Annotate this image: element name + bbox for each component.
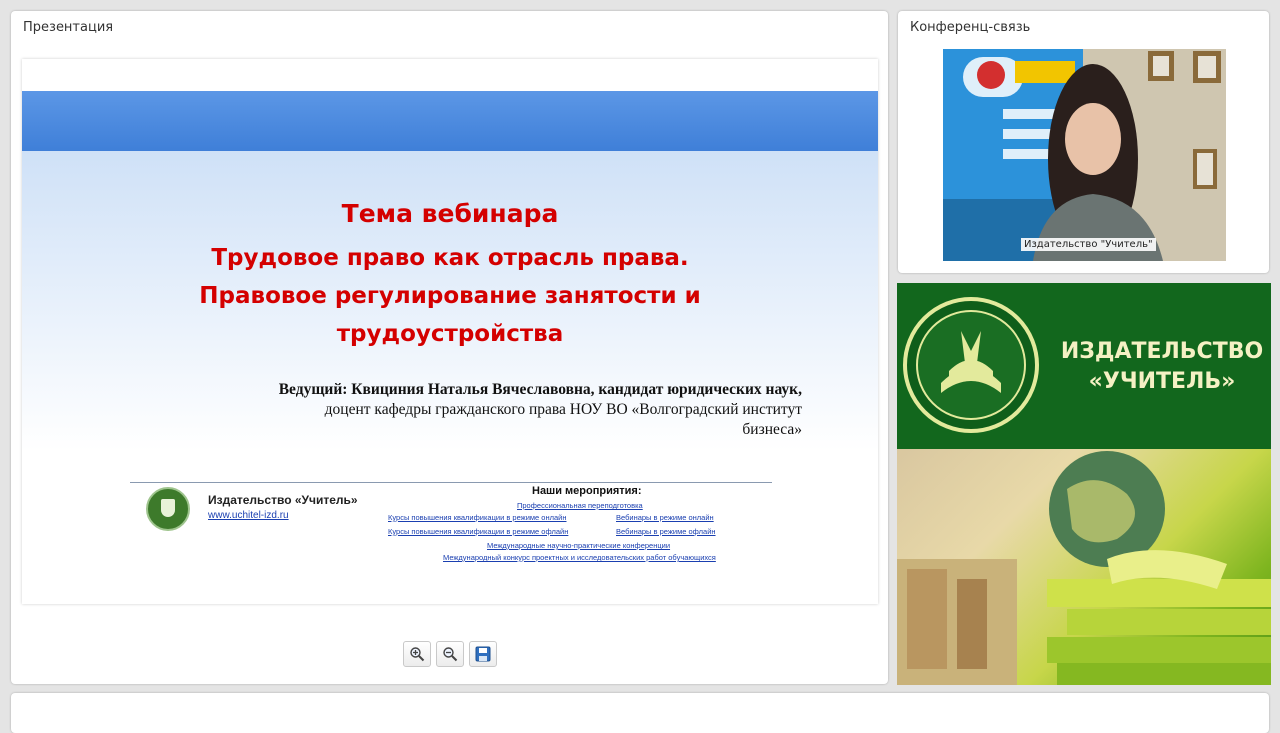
- conference-panel: Конференц-связь Издательство "Учитель": [898, 11, 1269, 273]
- slide-event-link[interactable]: Курсы повышения квалификации в режиме оф…: [388, 527, 568, 536]
- slide-header-band: [22, 91, 878, 151]
- slide-topic-line: Трудовое право как отрасль права.: [211, 245, 689, 271]
- slide-topic-line: Правовое регулирование занятости и: [199, 283, 701, 309]
- presentation-slide: Тема вебинара Трудовое право как отрасль…: [22, 59, 878, 604]
- slide-publisher-link[interactable]: www.uchitel-izd.ru: [208, 510, 289, 521]
- presentation-panel-title: Презентация: [23, 20, 114, 35]
- video-feed[interactable]: Издательство "Учитель": [943, 49, 1226, 261]
- zoom-out-icon: [443, 647, 458, 662]
- conference-panel-title: Конференц-связь: [910, 20, 1031, 35]
- zoom-out-button[interactable]: [436, 641, 464, 667]
- slide-host-line: бизнеса»: [742, 421, 802, 438]
- publisher-banner: ИЗДАТЕЛЬСТВО «УЧИТЕЛЬ»: [897, 283, 1271, 685]
- video-scene: [943, 49, 1226, 261]
- publisher-logo: [146, 487, 190, 531]
- zoom-in-button[interactable]: [403, 641, 431, 667]
- slide-host-line: доцент кафедры гражданского права НОУ ВО…: [324, 401, 802, 418]
- banner-top: ИЗДАТЕЛЬСТВО «УЧИТЕЛЬ»: [897, 283, 1271, 449]
- save-button[interactable]: [469, 641, 497, 667]
- zoom-in-icon: [410, 647, 425, 662]
- publisher-emblem-icon: [903, 297, 1039, 433]
- slide-event-link[interactable]: Вебинары в режиме онлайн: [616, 513, 714, 522]
- slide-events-title: Наши мероприятия:: [532, 485, 642, 497]
- slide-event-link[interactable]: Международный конкурс проектных и исслед…: [443, 553, 716, 562]
- save-icon: [475, 646, 491, 662]
- slide-footer-divider: [130, 482, 772, 483]
- slide-event-link[interactable]: Международные научно-практические конфер…: [487, 541, 670, 550]
- slide-event-link[interactable]: Вебинары в режиме офлайн: [616, 527, 716, 536]
- slide-publisher-name: Издательство «Учитель»: [208, 493, 358, 507]
- banner-brand-line: «УЧИТЕЛЬ»: [1088, 369, 1236, 394]
- slide-event-link[interactable]: Профессиональная переподготовка: [517, 501, 643, 510]
- slide-heading: Тема вебинара: [341, 199, 559, 228]
- bottom-panel: [11, 693, 1269, 733]
- books-globe-image: [897, 451, 1271, 685]
- video-caption: Издательство "Учитель": [1021, 238, 1156, 251]
- presentation-panel: Презентация Тема вебинара Трудовое право…: [11, 11, 888, 684]
- slide-host-line: Ведущий: Квициния Наталья Вячеславовна, …: [278, 381, 802, 398]
- slide-event-link[interactable]: Курсы повышения квалификации в режиме он…: [388, 513, 567, 522]
- banner-brand-line: ИЗДАТЕЛЬСТВО: [1060, 339, 1264, 364]
- slide-topic-line: трудоустройства: [336, 321, 564, 347]
- banner-photo: [897, 449, 1271, 685]
